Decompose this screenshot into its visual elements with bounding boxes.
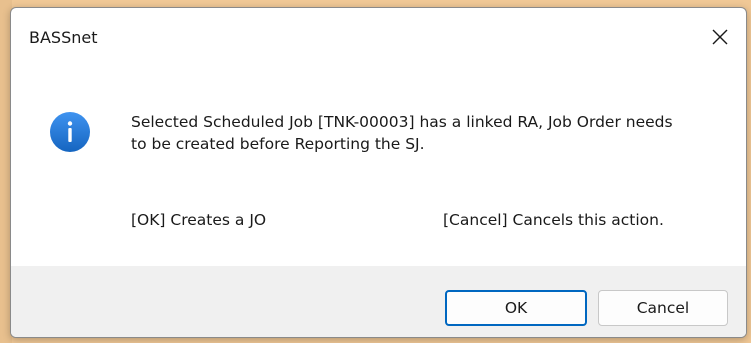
close-icon xyxy=(712,29,728,45)
cancel-note: [Cancel] Cancels this action. xyxy=(443,211,664,229)
close-button[interactable] xyxy=(702,22,738,52)
ok-button[interactable]: OK xyxy=(445,290,587,326)
info-icon xyxy=(50,112,90,152)
dialog-titlebar[interactable]: BASSnet xyxy=(11,8,746,66)
dialog-message: Selected Scheduled Job [TNK-00003] has a… xyxy=(131,113,673,153)
ok-note: [OK] Creates a JO xyxy=(131,211,267,229)
dialog-footer: OK Cancel xyxy=(11,266,746,337)
cancel-button[interactable]: Cancel xyxy=(598,290,728,326)
message-dialog: BASSnet Selected Scheduled Job [TNK-0000… xyxy=(10,7,747,338)
dialog-content: Selected Scheduled Job [TNK-00003] has a… xyxy=(11,66,746,266)
dialog-title: BASSnet xyxy=(29,28,98,47)
